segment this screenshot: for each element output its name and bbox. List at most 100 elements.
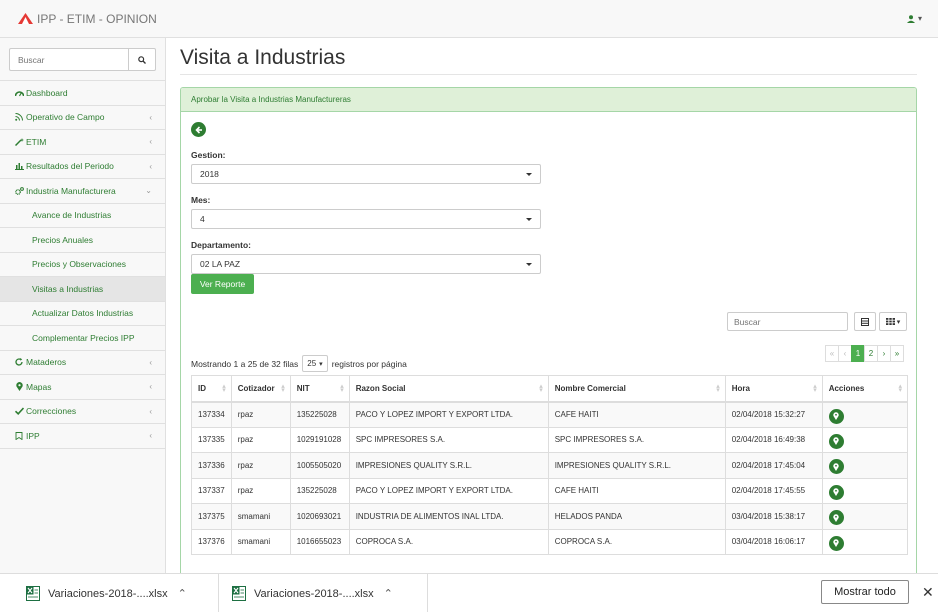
map-marker-button[interactable] xyxy=(828,459,844,475)
sidebar-item-label: Resultados del Periodo xyxy=(26,161,114,172)
cell-nit: 135225028 xyxy=(290,477,350,504)
chevron-up-icon[interactable]: ⌃ xyxy=(178,587,187,600)
mes-select[interactable]: 4 xyxy=(191,209,541,229)
show-all-downloads-button[interactable]: Mostrar todo xyxy=(821,580,909,604)
col-label: Cotizador xyxy=(237,383,275,393)
refresh-icon xyxy=(14,358,24,366)
col-label: Hora xyxy=(731,383,750,393)
col-nit[interactable]: NIT ▴ ▾ xyxy=(290,375,350,403)
cell-razon-social: INDUSTRIA DE ALIMENTOS INAL LTDA. xyxy=(349,503,549,529)
brand-link[interactable]: IPP - ETIM - OPINION xyxy=(18,12,157,26)
cell-nombre-comercial: CAFE HAITI xyxy=(548,401,726,427)
cell-cotizador: rpaz xyxy=(231,426,291,453)
page-1-button[interactable]: 1 xyxy=(851,345,865,362)
sidebar-item-operativo[interactable]: Operativo de Campo ‹ xyxy=(0,106,165,130)
download-item-1[interactable]: Variaciones-2018-....xlsx ⌃ xyxy=(14,574,219,612)
page-first-button[interactable]: « xyxy=(825,345,839,362)
sidebar-item-etim[interactable]: ETIM ‹ xyxy=(0,130,165,155)
sidebar-item-industria[interactable]: Industria Manufacturera ⌄ xyxy=(0,179,165,204)
dashboard-icon xyxy=(14,89,24,97)
sidebar-item-dashboard[interactable]: Dashboard xyxy=(0,81,165,106)
col-hora[interactable]: Hora ▴ ▾ xyxy=(725,375,823,403)
sidebar-subitem-label: Visitas a Industrias xyxy=(32,283,104,294)
sidebar-item-label: Industria Manufacturera xyxy=(26,185,116,196)
toggle-view-button[interactable] xyxy=(854,312,876,331)
sidebar-search-button[interactable] xyxy=(128,48,156,71)
map-marker-button[interactable] xyxy=(828,510,844,526)
table-row: 137375 smamani 1020693021 INDUSTRIA DE A… xyxy=(191,503,909,529)
page-size-select[interactable]: 25 ▾ xyxy=(302,355,328,372)
map-marker-button[interactable] xyxy=(828,408,844,424)
departamento-label: Departamento: xyxy=(191,240,251,250)
col-label: Razon Social xyxy=(355,383,406,393)
map-marker-button[interactable] xyxy=(828,535,844,551)
chevron-down-icon: ▾ xyxy=(917,14,922,23)
back-button[interactable] xyxy=(191,122,206,137)
col-acciones[interactable]: Acciones ▴ ▾ xyxy=(822,375,909,403)
chevron-left-icon: ‹ xyxy=(149,431,152,441)
map-marker-button[interactable] xyxy=(828,484,844,500)
sidebar-item-resultados[interactable]: Resultados del Periodo ‹ xyxy=(0,155,165,179)
sidebar-item-mataderos[interactable]: Mataderos ‹ xyxy=(0,351,165,375)
sort-icon: ▴ ▾ xyxy=(898,383,902,394)
page-prev-button[interactable]: ‹ xyxy=(838,345,852,362)
table-row: 137337 rpaz 135225028 PACO Y LOPEZ IMPOR… xyxy=(191,477,909,504)
cell-nit: 1029191028 xyxy=(290,426,350,453)
col-label: Acciones xyxy=(828,383,865,393)
sidebar-subitem-label: Complementar Precios IPP xyxy=(32,332,135,343)
sidebar-subitem-avance[interactable]: Avance de Industrias xyxy=(0,204,165,228)
col-nombre-comercial[interactable]: Nombre Comercial ▴ ▾ xyxy=(548,375,726,403)
download-item-2[interactable]: Variaciones-2018-....xlsx ⌃ xyxy=(220,574,428,612)
cell-hora: 03/04/2018 15:38:17 xyxy=(725,503,823,529)
main-content: Visita a Industrias Aprobar la Visita a … xyxy=(166,38,938,573)
panel-heading: Aprobar la Visita a Industrias Manufactu… xyxy=(181,88,916,112)
sidebar-subitem-complementar[interactable]: Complementar Precios IPP xyxy=(0,326,165,351)
cell-nombre-comercial: COPROCA S.A. xyxy=(548,528,726,555)
user-menu[interactable]: ▾ xyxy=(906,14,922,23)
sidebar-subitem-actualizar[interactable]: Actualizar Datos Industrias xyxy=(0,302,165,326)
cell-cotizador: smamani xyxy=(231,528,291,555)
ver-reporte-button[interactable]: Ver Reporte xyxy=(191,274,254,294)
sidebar-item-label: ETIM xyxy=(26,136,47,147)
chevron-up-icon[interactable]: ⌃ xyxy=(384,587,393,600)
caret-down-icon xyxy=(526,263,532,266)
col-cotizador[interactable]: Cotizador ▴ ▾ xyxy=(231,375,291,403)
page-last-button[interactable]: » xyxy=(890,345,904,362)
visit-panel: Aprobar la Visita a Industrias Manufactu… xyxy=(180,87,917,573)
gestion-label: Gestion: xyxy=(191,150,226,160)
map-marker-button[interactable] xyxy=(828,433,844,449)
sort-icon: ▴ ▾ xyxy=(340,383,344,394)
excel-file-icon xyxy=(232,586,246,601)
sidebar-item-label: Mataderos xyxy=(26,357,67,368)
sidebar-search-input[interactable] xyxy=(9,48,128,71)
rss-icon xyxy=(14,113,24,122)
cell-hora: 03/04/2018 16:06:17 xyxy=(725,528,823,555)
sidebar-subitem-label: Actualizar Datos Industrias xyxy=(32,308,134,319)
sidebar-subitem-label: Precios y Observaciones xyxy=(32,259,127,270)
cell-cotizador: rpaz xyxy=(231,401,291,427)
chevron-down-icon: ⌄ xyxy=(145,186,152,196)
page-2-button[interactable]: 2 xyxy=(864,345,878,362)
sidebar-subitem-precios-observaciones[interactable]: Precios y Observaciones xyxy=(0,253,165,277)
excel-file-icon xyxy=(26,586,40,601)
page-next-button[interactable]: › xyxy=(877,345,891,362)
showing-text: Mostrando 1 a 25 de 32 filas xyxy=(191,358,299,369)
columns-icon xyxy=(885,318,895,325)
sidebar-item-mapas[interactable]: Mapas ‹ xyxy=(0,375,165,400)
close-icon[interactable]: ✕ xyxy=(922,584,934,601)
sidebar-subitem-visitas[interactable]: Visitas a Industrias xyxy=(0,277,165,302)
mes-value: 4 xyxy=(200,214,205,224)
col-razon-social[interactable]: Razon Social ▴ ▾ xyxy=(349,375,549,403)
sidebar-item-correcciones[interactable]: Correcciones ‹ xyxy=(0,400,165,424)
columns-button[interactable]: ▾ xyxy=(879,312,907,331)
cell-hora: 02/04/2018 15:32:27 xyxy=(725,401,823,427)
col-id[interactable]: ID ▴ ▾ xyxy=(191,375,232,403)
gestion-select[interactable]: 2018 xyxy=(191,164,541,184)
magic-icon xyxy=(14,137,24,146)
sidebar-item-ipp[interactable]: IPP ‹ xyxy=(0,424,165,449)
departamento-select[interactable]: 02 LA PAZ xyxy=(191,254,541,274)
table-search-input[interactable] xyxy=(727,312,848,331)
map-marker-icon xyxy=(14,382,24,392)
cell-cotizador: smamani xyxy=(231,503,291,529)
sidebar-subitem-precios-anuales[interactable]: Precios Anuales xyxy=(0,228,165,253)
